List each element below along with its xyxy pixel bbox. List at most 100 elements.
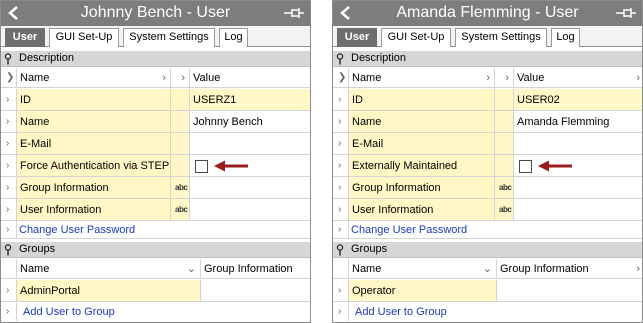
chevron-right-icon[interactable]: › <box>338 160 341 171</box>
groups-section-label: Groups <box>351 243 388 255</box>
attribute-value[interactable]: Johnny Bench <box>190 111 310 132</box>
attribute-name: User Information <box>352 203 434 216</box>
attributes-header-row: ❯ Name › › Value › <box>333 68 642 88</box>
attribute-row-externally-maintained[interactable]: › Externally Maintained <box>333 155 642 177</box>
key-icon <box>336 53 344 65</box>
attribute-value[interactable]: USER02 <box>514 89 642 110</box>
chevron-right-icon: › <box>338 223 342 235</box>
attribute-row-name[interactable]: › Name Johnny Bench <box>1 111 310 133</box>
chevron-right-icon[interactable]: › <box>338 138 341 149</box>
attribute-name: Group Information <box>20 181 109 194</box>
tab-log[interactable]: Log <box>551 28 580 47</box>
groups-column-header-name[interactable]: Name ⌄ <box>349 259 497 278</box>
user-panel-left: Johnny Bench - User User GUI Set-Up Syst… <box>0 0 311 323</box>
attribute-name: Group Information <box>352 181 441 194</box>
description-section-header[interactable]: Description <box>1 51 310 67</box>
groups-section-header[interactable]: Groups <box>333 242 642 258</box>
add-to-group-row: › Add User to Group <box>333 303 642 321</box>
add-to-group-row: › Add User to Group <box>1 303 310 321</box>
chevron-right-icon[interactable]: › <box>338 116 341 127</box>
change-user-password-link[interactable]: Change User Password <box>351 223 467 237</box>
group-row[interactable]: › AdminPortal <box>1 280 310 302</box>
attribute-row-id[interactable]: › ID USER02 <box>333 89 642 111</box>
chevron-right-icon: › <box>338 306 342 317</box>
abc-text-icon: abc <box>175 182 188 192</box>
pin-icon[interactable] <box>284 7 304 19</box>
chevron-right-icon: › <box>181 71 185 84</box>
title-bar: Johnny Bench - User <box>1 1 310 26</box>
add-user-to-group-link[interactable]: Add User to Group <box>355 305 447 319</box>
groups-column-header-name[interactable]: Name ⌄ <box>17 259 201 278</box>
description-section-header[interactable]: Description <box>333 51 642 67</box>
attribute-row-force-authentication[interactable]: › Force Authentication via STEP <box>1 155 310 177</box>
description-section-label: Description <box>351 52 407 64</box>
panel-title: Amanda Flemming - User <box>396 4 579 21</box>
chevron-right-icon[interactable]: › <box>338 94 341 105</box>
attribute-row-name[interactable]: › Name Amanda Flemming <box>333 111 642 133</box>
attribute-value[interactable] <box>190 177 310 198</box>
attribute-row-id[interactable]: › ID USERZ1 <box>1 89 310 111</box>
group-name: Operator <box>352 284 396 297</box>
groups-section-header[interactable]: Groups <box>1 242 310 258</box>
column-header-value[interactable]: Value › <box>514 68 642 87</box>
chevron-right-icon[interactable]: › <box>6 182 9 193</box>
attribute-value[interactable] <box>514 177 642 198</box>
chevron-right-icon[interactable]: › <box>338 204 341 215</box>
column-header-value[interactable]: Value › <box>190 68 310 87</box>
header-expander: ❯ <box>1 68 17 87</box>
column-header-name[interactable]: Name › <box>349 68 495 87</box>
column-header-type[interactable]: › <box>171 68 190 87</box>
attribute-row-email[interactable]: › E-Mail <box>1 133 310 155</box>
attribute-value[interactable] <box>190 199 310 220</box>
chevron-right-icon: › <box>162 71 166 84</box>
attribute-row-group-information[interactable]: › Group Information abc <box>333 177 642 199</box>
attribute-value[interactable] <box>190 133 310 154</box>
attribute-row-email[interactable]: › E-Mail <box>333 133 642 155</box>
chevron-right-icon[interactable]: › <box>338 182 341 193</box>
chevron-right-icon[interactable]: › <box>6 160 9 171</box>
attribute-value[interactable]: USERZ1 <box>190 89 310 110</box>
attribute-value[interactable]: Amanda Flemming <box>514 111 642 132</box>
attribute-row-user-information[interactable]: › User Information abc <box>333 199 642 221</box>
change-password-row: › Change User Password <box>1 221 310 239</box>
chevron-right-icon[interactable]: › <box>6 204 9 215</box>
attribute-row-user-information[interactable]: › User Information abc <box>1 199 310 221</box>
abc-text-icon: abc <box>499 182 512 192</box>
chevron-right-icon[interactable]: › <box>6 116 9 127</box>
description-section-label: Description <box>19 52 75 64</box>
tab-gui-setup[interactable]: GUI Set-Up <box>49 28 119 47</box>
attribute-value[interactable] <box>514 133 642 154</box>
chevron-right-icon[interactable]: › <box>6 138 9 149</box>
tab-user[interactable]: User <box>5 28 45 47</box>
chevron-down-icon: ⌄ <box>482 262 492 275</box>
externally-maintained-checkbox[interactable] <box>519 159 532 173</box>
chevron-right-icon[interactable]: › <box>338 285 341 296</box>
tab-gui-setup[interactable]: GUI Set-Up <box>381 28 451 47</box>
column-header-name[interactable]: Name › <box>17 68 171 87</box>
chevron-right-icon[interactable]: › <box>6 285 9 296</box>
groups-column-header-info[interactable]: Group Information <box>201 259 310 278</box>
groups-column-header-info[interactable]: Group Information › <box>497 259 642 278</box>
attribute-row-group-information[interactable]: › Group Information abc <box>1 177 310 199</box>
change-user-password-link[interactable]: Change User Password <box>19 223 135 237</box>
column-header-type[interactable]: › <box>495 68 514 87</box>
tab-system-settings[interactable]: System Settings <box>123 28 215 47</box>
chevron-right-icon: › <box>505 71 509 84</box>
key-icon <box>336 244 344 256</box>
group-row[interactable]: › Operator <box>333 280 642 302</box>
tab-log[interactable]: Log <box>219 28 248 47</box>
red-arrow-icon <box>538 160 572 172</box>
tab-system-settings[interactable]: System Settings <box>455 28 547 47</box>
chevron-right-icon[interactable]: › <box>6 94 9 105</box>
panel-title: Johnny Bench - User <box>80 4 231 21</box>
attribute-value[interactable] <box>514 199 642 220</box>
chevron-right-icon: › <box>486 71 490 84</box>
groups-header-row: Name ⌄ Group Information <box>1 259 310 279</box>
attribute-name: Force Authentication via STEP <box>20 159 170 172</box>
header-expander: ❯ <box>333 68 349 87</box>
attribute-name: Externally Maintained <box>352 159 458 172</box>
pin-icon[interactable] <box>616 7 636 19</box>
add-user-to-group-link[interactable]: Add User to Group <box>23 305 115 319</box>
tab-user[interactable]: User <box>337 28 377 47</box>
force-authentication-checkbox[interactable] <box>195 159 208 173</box>
